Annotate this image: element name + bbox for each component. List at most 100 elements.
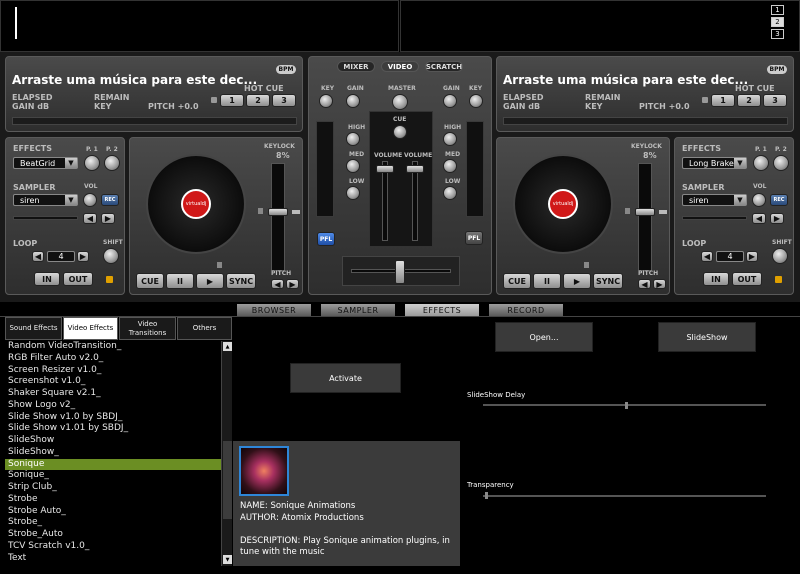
left-sampler-vol-knob[interactable] bbox=[83, 193, 97, 207]
category-others[interactable]: Others bbox=[177, 317, 232, 340]
right-pause-button[interactable]: II bbox=[533, 273, 561, 289]
left-hot-cue-2[interactable]: 2 bbox=[246, 94, 270, 107]
tab-video[interactable]: VIDEO bbox=[381, 61, 419, 72]
right-rec-button[interactable]: REC bbox=[770, 194, 788, 206]
list-item[interactable]: TCV Scratch v1.0_ bbox=[5, 541, 221, 553]
page-button-1[interactable]: 1 bbox=[771, 5, 784, 15]
left-sampler-select[interactable]: siren ▼ bbox=[13, 194, 78, 206]
right-pitch-fader[interactable] bbox=[635, 208, 655, 216]
list-item[interactable]: Show Logo v2_ bbox=[5, 400, 221, 412]
mixer-cue-knob[interactable] bbox=[393, 125, 407, 139]
list-item[interactable]: Sonique bbox=[5, 458, 221, 471]
tab-mixer[interactable]: MIXER bbox=[337, 61, 375, 72]
left-sampler-prev[interactable]: ◀ bbox=[83, 213, 97, 224]
right-sync-button[interactable]: SYNC bbox=[593, 273, 623, 289]
left-rec-button[interactable]: REC bbox=[101, 194, 119, 206]
list-item[interactable]: SlideShow_ bbox=[5, 447, 221, 459]
right-cue-button[interactable]: CUE bbox=[503, 273, 531, 289]
left-p2-knob[interactable] bbox=[104, 155, 120, 171]
mixer-master-knob[interactable] bbox=[392, 94, 408, 110]
right-sampler-vol-knob[interactable] bbox=[752, 193, 766, 207]
right-pitch-slider-track[interactable] bbox=[638, 163, 652, 271]
left-pause-button[interactable]: II bbox=[166, 273, 194, 289]
right-p1-knob[interactable] bbox=[753, 155, 769, 171]
left-sampler-next[interactable]: ▶ bbox=[101, 213, 115, 224]
list-item[interactable]: RGB Filter Auto v2.0_ bbox=[5, 353, 221, 365]
scroll-up-icon[interactable]: ▲ bbox=[223, 342, 232, 351]
category-video-effects[interactable]: Video Effects bbox=[63, 317, 118, 340]
right-loop-out[interactable]: OUT bbox=[732, 272, 762, 286]
mixer-high-left-knob[interactable] bbox=[346, 132, 360, 146]
list-item[interactable]: Screenshot v1.0_ bbox=[5, 376, 221, 388]
left-hot-cue-3[interactable]: 3 bbox=[272, 94, 296, 107]
right-shift-knob[interactable] bbox=[772, 248, 788, 264]
tab-browser[interactable]: BROWSER bbox=[237, 304, 311, 316]
left-progress-bar[interactable] bbox=[12, 117, 297, 125]
right-loop-prev[interactable]: ◀ bbox=[701, 251, 713, 262]
volume-left-track[interactable] bbox=[382, 161, 388, 241]
slideshow-delay-thumb[interactable] bbox=[624, 402, 628, 409]
left-loop-in[interactable]: IN bbox=[34, 272, 60, 286]
right-hot-cue-2[interactable]: 2 bbox=[737, 94, 761, 107]
left-cue-button[interactable]: CUE bbox=[136, 273, 164, 289]
crossfader-handle[interactable] bbox=[395, 260, 405, 284]
mixer-gain-right-knob[interactable] bbox=[443, 94, 457, 108]
right-effect-select[interactable]: Long Brake ▼ bbox=[682, 157, 747, 169]
transparency-thumb[interactable] bbox=[485, 492, 488, 499]
right-sampler-prev[interactable]: ◀ bbox=[752, 213, 766, 224]
left-pitch-up[interactable]: ▶ bbox=[286, 279, 299, 289]
tab-record[interactable]: RECORD bbox=[489, 304, 563, 316]
list-item[interactable]: Strip Club_ bbox=[5, 482, 221, 494]
left-loop-next[interactable]: ▶ bbox=[77, 251, 89, 262]
mixer-key-right-knob[interactable] bbox=[469, 94, 483, 108]
right-hot-cue-1[interactable]: 1 bbox=[711, 94, 735, 107]
list-item[interactable]: Random VideoTransition_ bbox=[5, 341, 221, 353]
effects-list-scrollbar[interactable]: ▲ ▼ bbox=[221, 341, 232, 566]
category-sound-effects[interactable]: Sound Effects bbox=[5, 317, 62, 340]
tab-scratch[interactable]: SCRATCH bbox=[425, 61, 463, 72]
pfl-left-button[interactable]: PFL bbox=[317, 232, 335, 246]
open-button[interactable]: Open... bbox=[495, 322, 593, 352]
list-item[interactable]: Strobe_ bbox=[5, 517, 221, 529]
right-sampler-select[interactable]: siren ▼ bbox=[682, 194, 747, 206]
mixer-low-right-knob[interactable] bbox=[443, 186, 457, 200]
mixer-gain-left-knob[interactable] bbox=[346, 94, 360, 108]
left-pitch-down[interactable]: ◀ bbox=[271, 279, 284, 289]
right-hot-cue-3[interactable]: 3 bbox=[763, 94, 787, 107]
left-loop-select[interactable]: 4 bbox=[47, 251, 75, 262]
list-item[interactable]: Strobe_Auto bbox=[5, 529, 221, 541]
waveform-left[interactable] bbox=[0, 0, 399, 52]
slideshow-button[interactable]: SlideShow bbox=[658, 322, 756, 352]
list-item[interactable]: SlideShow bbox=[5, 435, 221, 447]
left-hot-cue-1[interactable]: 1 bbox=[220, 94, 244, 107]
mixer-med-left-knob[interactable] bbox=[346, 159, 360, 173]
right-loop-in[interactable]: IN bbox=[703, 272, 729, 286]
scroll-down-icon[interactable]: ▼ bbox=[223, 555, 232, 564]
list-item[interactable]: Sonique_ bbox=[5, 470, 221, 482]
list-item[interactable]: Slide Show v1.01 by SBDJ_ bbox=[5, 423, 221, 435]
left-loop-out[interactable]: OUT bbox=[63, 272, 93, 286]
activate-button[interactable]: Activate bbox=[290, 363, 401, 393]
pfl-right-button[interactable]: PFL bbox=[465, 231, 483, 245]
waveform-right[interactable]: 1 2 3 bbox=[400, 0, 800, 52]
right-progress-bar[interactable] bbox=[503, 117, 788, 125]
right-loop-select[interactable]: 4 bbox=[716, 251, 744, 262]
page-button-3[interactable]: 3 bbox=[771, 29, 784, 39]
page-button-2[interactable]: 2 bbox=[771, 17, 784, 27]
list-item[interactable]: Text bbox=[5, 553, 221, 565]
right-sampler-next[interactable]: ▶ bbox=[770, 213, 784, 224]
tab-sampler[interactable]: SAMPLER bbox=[321, 304, 395, 316]
list-item[interactable]: Strobe bbox=[5, 494, 221, 506]
volume-left-fader[interactable] bbox=[376, 165, 394, 173]
volume-right-track[interactable] bbox=[412, 161, 418, 241]
right-play-button[interactable]: ▶ bbox=[563, 273, 591, 289]
list-item[interactable]: Screen Resizer v1.0_ bbox=[5, 365, 221, 377]
left-play-button[interactable]: ▶ bbox=[196, 273, 224, 289]
left-p1-knob[interactable] bbox=[84, 155, 100, 171]
mixer-low-left-knob[interactable] bbox=[346, 186, 360, 200]
left-loop-prev[interactable]: ◀ bbox=[32, 251, 44, 262]
left-pitch-fader[interactable] bbox=[268, 208, 288, 216]
list-item[interactable]: Strobe Auto_ bbox=[5, 506, 221, 518]
right-p2-knob[interactable] bbox=[773, 155, 789, 171]
left-effect-select[interactable]: BeatGrid ▼ bbox=[13, 157, 78, 169]
